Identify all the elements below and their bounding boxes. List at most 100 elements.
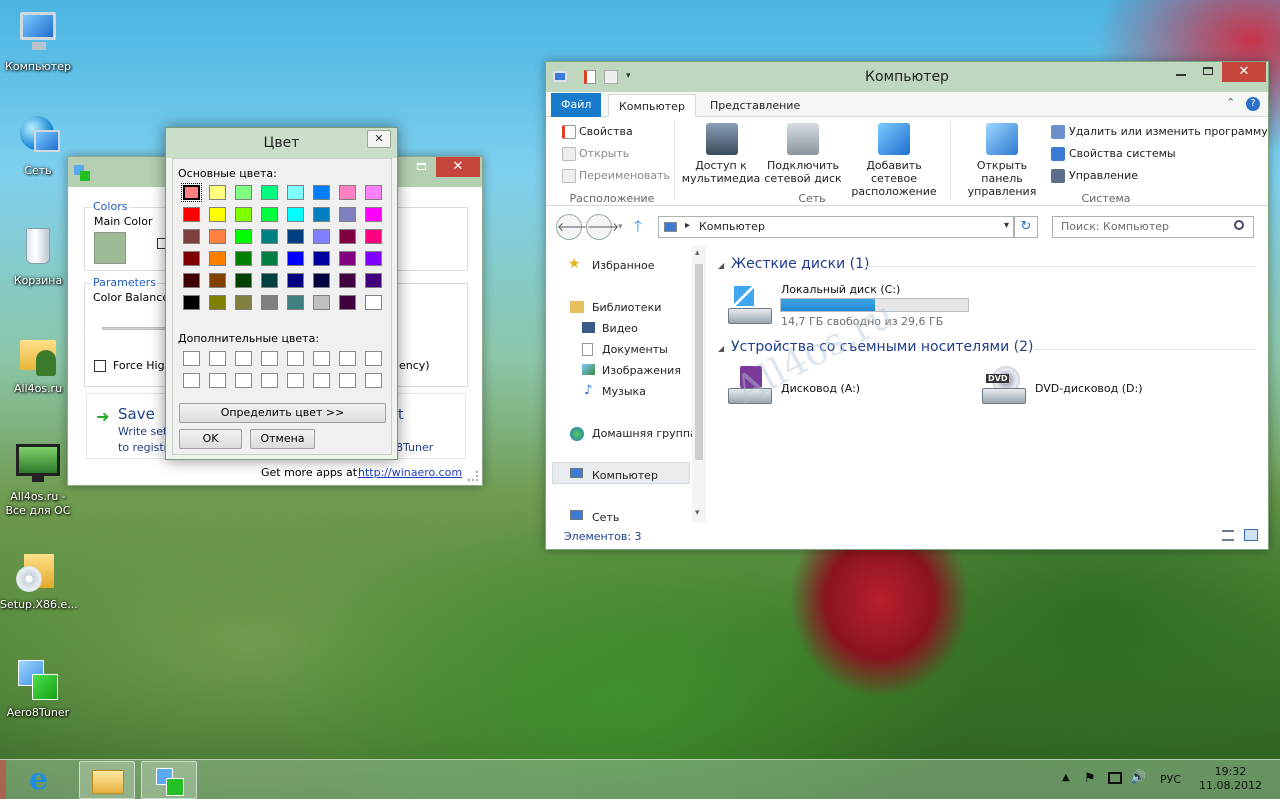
- cancel-button[interactable]: Отмена: [250, 429, 315, 449]
- details-view-icon[interactable]: [1222, 530, 1234, 541]
- language-indicator[interactable]: РУС: [1160, 773, 1181, 786]
- nav-libraries[interactable]: Библиотеки: [592, 301, 661, 314]
- basic-color-swatch[interactable]: [235, 295, 252, 310]
- basic-color-swatch[interactable]: [183, 273, 200, 288]
- custom-color-swatch[interactable]: [313, 373, 330, 388]
- nav-network[interactable]: Сеть: [592, 511, 619, 524]
- basic-color-swatch[interactable]: [287, 295, 304, 310]
- nav-scrollbar[interactable]: ▴ ▾: [692, 246, 706, 522]
- collapse-hdd-icon[interactable]: ◢: [718, 261, 724, 270]
- breadcrumb-item[interactable]: Компьютер: [699, 220, 765, 233]
- basic-color-swatch[interactable]: [339, 273, 356, 288]
- volume-icon[interactable]: 🔊: [1130, 770, 1146, 785]
- custom-color-swatch[interactable]: [365, 351, 382, 366]
- basic-color-swatch[interactable]: [261, 185, 278, 200]
- basic-color-swatch[interactable]: [339, 229, 356, 244]
- custom-color-swatch[interactable]: [261, 351, 278, 366]
- back-button[interactable]: 🡐: [556, 214, 589, 240]
- tab-file[interactable]: Файл: [551, 93, 602, 117]
- custom-color-swatch[interactable]: [287, 351, 304, 366]
- basic-color-swatch[interactable]: [183, 295, 200, 310]
- properties-button[interactable]: Свойства: [579, 125, 633, 138]
- basic-color-swatch[interactable]: [313, 251, 330, 266]
- force-high-checkbox[interactable]: [94, 360, 106, 372]
- basic-color-swatch[interactable]: [365, 273, 382, 288]
- system-properties-button[interactable]: Свойства системы: [1069, 147, 1176, 160]
- custom-color-swatch[interactable]: [209, 351, 226, 366]
- custom-color-swatch[interactable]: [313, 351, 330, 366]
- taskbar-aero8tuner[interactable]: [141, 761, 197, 799]
- custom-color-swatch[interactable]: [183, 351, 200, 366]
- open-button[interactable]: Открыть: [579, 147, 629, 160]
- basic-color-swatch[interactable]: [365, 251, 382, 266]
- desktop-icon-computer[interactable]: Компьютер: [0, 8, 76, 73]
- desktop-icon-setup[interactable]: Setup.X86.e...: [0, 546, 78, 611]
- main-color-swatch[interactable]: [94, 232, 126, 264]
- scroll-down-icon[interactable]: ▾: [695, 508, 700, 518]
- basic-color-swatch[interactable]: [235, 229, 252, 244]
- desktop-icon-all4os[interactable]: All4os.ru: [0, 330, 76, 395]
- nav-video[interactable]: Видео: [602, 322, 638, 335]
- explorer-title-bar[interactable]: ▾ Компьютер ✕: [546, 62, 1268, 92]
- search-input[interactable]: Поиск: Компьютер: [1052, 216, 1254, 238]
- basic-color-swatch[interactable]: [261, 207, 278, 222]
- address-bar[interactable]: ▸ Компьютер ▾: [658, 216, 1014, 238]
- custom-color-swatch[interactable]: [235, 351, 252, 366]
- desktop-icon-network[interactable]: Сеть: [0, 112, 76, 177]
- tab-view[interactable]: Представление: [700, 94, 810, 117]
- basic-color-swatch[interactable]: [235, 251, 252, 266]
- nav-pictures[interactable]: Изображения: [602, 364, 681, 377]
- basic-color-swatch[interactable]: [235, 207, 252, 222]
- basic-color-swatch[interactable]: [287, 229, 304, 244]
- media-access-button[interactable]: Доступ к мультимедиа: [680, 159, 762, 185]
- basic-color-swatch[interactable]: [313, 185, 330, 200]
- basic-color-swatch[interactable]: [339, 185, 356, 200]
- basic-color-swatch[interactable]: [287, 251, 304, 266]
- color-balance-slider[interactable]: [102, 327, 168, 330]
- maximize-button[interactable]: [408, 157, 434, 177]
- custom-color-swatch[interactable]: [261, 373, 278, 388]
- basic-color-swatch[interactable]: [365, 185, 382, 200]
- up-button[interactable]: 🡑: [634, 216, 642, 241]
- basic-color-swatch[interactable]: [365, 229, 382, 244]
- taskbar-file-explorer[interactable]: [79, 761, 135, 799]
- custom-color-swatch[interactable]: [287, 373, 304, 388]
- basic-color-swatch[interactable]: [209, 207, 226, 222]
- basic-color-swatch[interactable]: [339, 295, 356, 310]
- dialog-close-button[interactable]: ✕: [367, 130, 391, 148]
- nav-favorites[interactable]: Избранное: [592, 259, 654, 272]
- nav-computer[interactable]: Компьютер: [592, 469, 658, 482]
- basic-color-swatch[interactable]: [365, 207, 382, 222]
- custom-color-swatch[interactable]: [339, 351, 356, 366]
- address-dropdown-icon[interactable]: ▾: [1004, 220, 1009, 231]
- basic-color-swatch[interactable]: [235, 185, 252, 200]
- recent-dropdown-icon[interactable]: ▾: [618, 222, 623, 232]
- basic-color-swatch[interactable]: [209, 185, 226, 200]
- manage-button[interactable]: Управление: [1069, 169, 1138, 182]
- save-label[interactable]: Save: [118, 405, 155, 423]
- custom-color-swatch[interactable]: [209, 373, 226, 388]
- custom-color-swatch[interactable]: [183, 373, 200, 388]
- define-color-button[interactable]: Определить цвет >>: [179, 403, 386, 423]
- minimize-button[interactable]: [1168, 62, 1194, 82]
- basic-color-swatch[interactable]: [261, 273, 278, 288]
- desktop-icon-recycle-bin[interactable]: Корзина: [0, 222, 76, 287]
- collapse-removable-icon[interactable]: ◢: [718, 344, 724, 353]
- network-tray-icon[interactable]: [1108, 772, 1122, 784]
- action-center-flag-icon[interactable]: ⚑: [1084, 771, 1096, 786]
- scroll-up-icon[interactable]: ▴: [695, 248, 700, 258]
- basic-color-swatch[interactable]: [209, 295, 226, 310]
- scroll-thumb[interactable]: [695, 264, 703, 460]
- forward-button[interactable]: 🡒: [586, 214, 619, 240]
- basic-color-swatch[interactable]: [261, 251, 278, 266]
- basic-color-swatch[interactable]: [287, 273, 304, 288]
- show-desktop-edge[interactable]: [0, 760, 6, 799]
- basic-color-swatch[interactable]: [235, 273, 252, 288]
- desktop-icon-all4os-link[interactable]: All4os.ru - Все для ОС: [0, 438, 76, 518]
- collapse-ribbon-icon[interactable]: ⌃: [1226, 96, 1235, 109]
- basic-color-swatch[interactable]: [261, 229, 278, 244]
- large-icons-view-icon[interactable]: [1244, 529, 1258, 541]
- help-icon[interactable]: ?: [1246, 97, 1260, 111]
- basic-color-swatch[interactable]: [209, 229, 226, 244]
- breadcrumb-chevron-icon[interactable]: ▸: [685, 220, 690, 231]
